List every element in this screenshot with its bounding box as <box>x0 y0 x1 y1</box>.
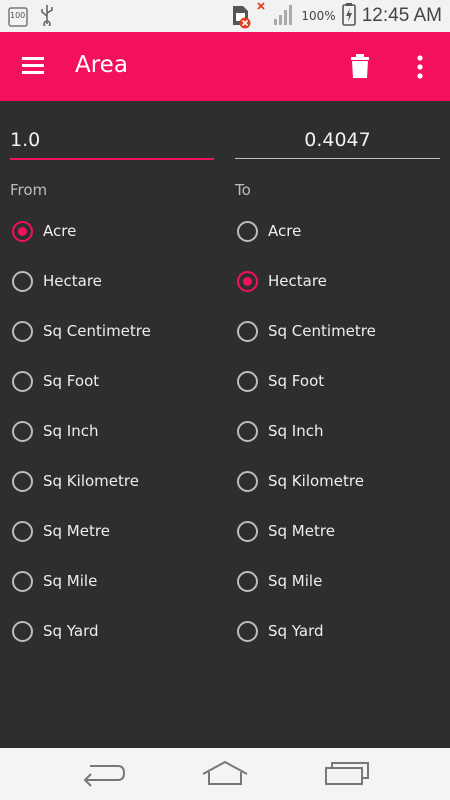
from-value-input[interactable] <box>10 122 214 160</box>
radio-label: Sq Centimetre <box>268 322 376 340</box>
radio-label: Sq Yard <box>268 622 324 640</box>
radio-button[interactable] <box>12 470 33 492</box>
battery-percent: 100% <box>301 9 336 23</box>
radio-button[interactable] <box>12 570 33 592</box>
status-bar: 100 100% 12:45 AM <box>0 0 450 32</box>
from-unit-sq-foot[interactable]: Sq Foot <box>12 356 151 406</box>
navigation-bar <box>0 748 450 800</box>
more-vert-icon[interactable] <box>408 52 432 82</box>
signal-icon <box>273 2 295 30</box>
from-unit-sq-yard[interactable]: Sq Yard <box>12 606 151 656</box>
radio-button[interactable] <box>237 370 258 392</box>
radio-label: Sq Metre <box>43 522 110 540</box>
from-unit-sq-inch[interactable]: Sq Inch <box>12 406 151 456</box>
from-unit-acre[interactable]: Acre <box>12 206 151 256</box>
delete-icon[interactable] <box>346 52 374 82</box>
radio-label: Acre <box>43 222 77 240</box>
from-unit-sq-mile[interactable]: Sq Mile <box>12 556 151 606</box>
radio-label: Sq Centimetre <box>43 322 151 340</box>
sim-error-icon <box>231 3 251 29</box>
to-value-output[interactable] <box>235 122 440 159</box>
home-icon[interactable] <box>201 758 249 792</box>
radio-label: Sq Foot <box>268 372 325 390</box>
radio-button[interactable] <box>237 320 258 342</box>
radio-button[interactable] <box>237 620 258 642</box>
radio-label: Sq Inch <box>43 422 99 440</box>
radio-button[interactable] <box>12 320 33 342</box>
clock: 12:45 AM <box>361 5 442 26</box>
from-unit-sq-centimetre[interactable]: Sq Centimetre <box>12 306 151 356</box>
radio-button[interactable] <box>237 220 258 242</box>
radio-label: Sq Kilometre <box>43 472 139 490</box>
radio-button[interactable] <box>237 470 258 492</box>
menu-icon[interactable] <box>20 54 48 78</box>
to-unit-sq-centimetre[interactable]: Sq Centimetre <box>237 306 376 356</box>
to-unit-sq-foot[interactable]: Sq Foot <box>237 356 376 406</box>
radio-button[interactable] <box>237 420 258 442</box>
page-title: Area <box>75 52 128 78</box>
no-signal-icon <box>257 1 267 31</box>
from-label: From <box>10 181 48 199</box>
to-unit-hectare[interactable]: Hectare <box>237 256 376 306</box>
radio-label: Sq Mile <box>268 572 323 590</box>
radio-label: Acre <box>268 222 302 240</box>
radio-label: Sq Inch <box>268 422 324 440</box>
usb-icon <box>40 4 54 30</box>
to-unit-list: Acre Hectare Sq Centimetre Sq Foot Sq In… <box>237 206 376 656</box>
from-unit-hectare[interactable]: Hectare <box>12 256 151 306</box>
back-icon[interactable] <box>80 758 126 792</box>
battery-charging-icon <box>341 2 356 30</box>
radio-label: Sq Metre <box>268 522 335 540</box>
radio-label: Hectare <box>43 272 102 290</box>
to-unit-sq-inch[interactable]: Sq Inch <box>237 406 376 456</box>
radio-label: Sq Mile <box>43 572 98 590</box>
to-unit-sq-kilometre[interactable]: Sq Kilometre <box>237 456 376 506</box>
to-unit-sq-metre[interactable]: Sq Metre <box>237 506 376 556</box>
radio-button[interactable] <box>12 370 33 392</box>
radio-label: Sq Yard <box>43 622 99 640</box>
radio-button[interactable] <box>12 420 33 442</box>
radio-button[interactable] <box>237 520 258 542</box>
recent-apps-icon[interactable] <box>324 758 370 792</box>
to-label: To <box>235 181 251 199</box>
radio-button[interactable] <box>12 220 33 242</box>
notification-100-icon: 100 <box>8 6 28 28</box>
from-unit-sq-kilometre[interactable]: Sq Kilometre <box>12 456 151 506</box>
radio-button[interactable] <box>237 570 258 592</box>
to-unit-acre[interactable]: Acre <box>237 206 376 256</box>
to-unit-sq-mile[interactable]: Sq Mile <box>237 556 376 606</box>
from-unit-list: Acre Hectare Sq Centimetre Sq Foot Sq In… <box>12 206 151 656</box>
radio-button[interactable] <box>237 270 258 292</box>
radio-button[interactable] <box>12 270 33 292</box>
radio-label: Sq Kilometre <box>268 472 364 490</box>
app-bar: Area <box>0 32 450 101</box>
radio-label: Sq Foot <box>43 372 100 390</box>
from-unit-sq-metre[interactable]: Sq Metre <box>12 506 151 556</box>
radio-button[interactable] <box>12 620 33 642</box>
radio-label: Hectare <box>268 272 327 290</box>
radio-button[interactable] <box>12 520 33 542</box>
to-unit-sq-yard[interactable]: Sq Yard <box>237 606 376 656</box>
